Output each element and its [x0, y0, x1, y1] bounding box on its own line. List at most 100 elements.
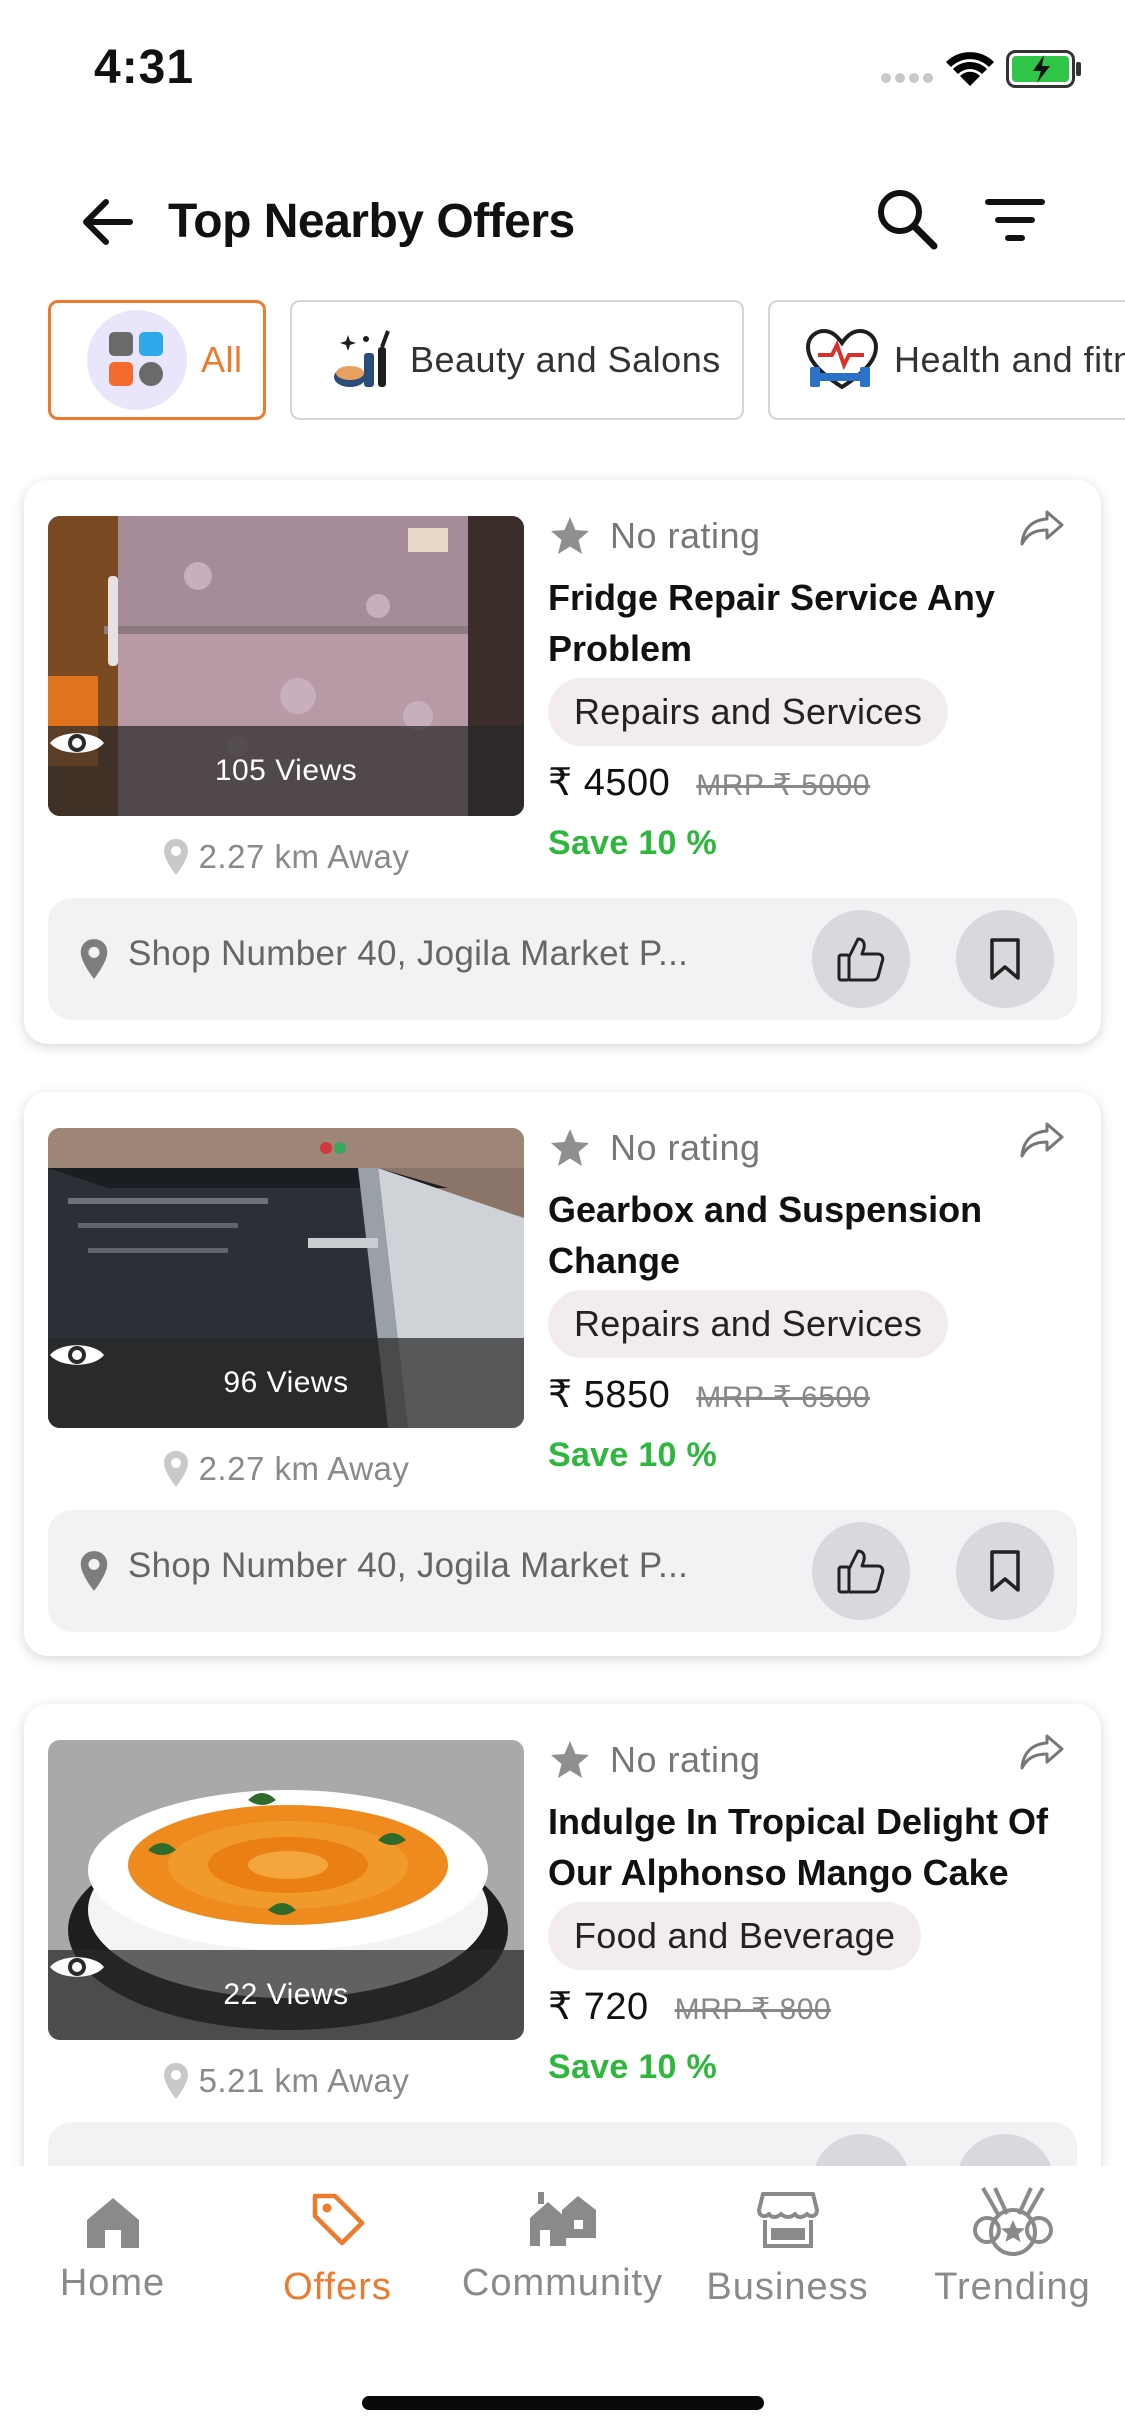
bookmark-icon: [990, 938, 1020, 980]
category-badge: Repairs and Services: [548, 1290, 949, 1358]
location-pin-icon: [80, 939, 108, 979]
like-button[interactable]: [812, 1522, 910, 1620]
distance-label: 5.21 km Away: [48, 2056, 524, 2106]
location-pin-icon: [80, 1551, 108, 1591]
status-bar: 4:31: [0, 0, 1125, 140]
offers-screen: 4:31 Top Nearby Offers All Beauty and Sa…: [0, 0, 1125, 2436]
save-percentage: Save 10 %: [548, 2048, 718, 2086]
chip-label: All: [201, 339, 243, 380]
rating-text: No rating: [610, 1739, 761, 1780]
offer-image[interactable]: 22 Views: [48, 1740, 524, 2040]
address-text: Shop Number 40, Jogila Market P...: [128, 934, 689, 973]
share-icon[interactable]: [1019, 1732, 1065, 1772]
category-badge: Food and Beverage: [548, 1902, 922, 1970]
share-icon[interactable]: [1019, 1120, 1065, 1160]
star-icon: [551, 1129, 589, 1166]
distance-label: 2.27 km Away: [48, 1444, 524, 1494]
star-icon: [551, 1741, 589, 1778]
address-bar[interactable]: Shop Number 40, Jogila Market P...: [48, 898, 1077, 1020]
category-badge: Repairs and Services: [548, 678, 949, 746]
price-row: ₹ 5850 MRP ₹ 6500: [548, 1372, 870, 1432]
address-bar[interactable]: Shop Number 40, Jogila Market P...: [48, 1510, 1077, 1632]
bookmark-button[interactable]: [956, 1522, 1054, 1620]
thumbs-up-icon: [837, 1549, 885, 1594]
filter-icon[interactable]: [984, 192, 1046, 248]
save-percentage: Save 10 %: [548, 824, 718, 862]
page-title: Top Nearby Offers: [168, 195, 575, 248]
rating-row: No rating: [548, 1120, 761, 1176]
location-pin-icon: [163, 839, 188, 875]
nav-label: Home: [59, 2262, 166, 2304]
store-icon: [756, 2192, 819, 2248]
offer-title[interactable]: Fridge Repair Service Any Problem: [548, 572, 1068, 674]
nav-community[interactable]: Community: [450, 2166, 675, 2316]
distance-text: 2.27 km Away: [198, 838, 410, 875]
rating-row: No rating: [548, 1732, 761, 1788]
nav-label: Community: [461, 2262, 664, 2304]
rating-text: No rating: [610, 1127, 761, 1168]
status-time: 4:31: [94, 41, 195, 94]
mrp-price: MRP ₹ 5000: [696, 769, 870, 802]
price-row: ₹ 720 MRP ₹ 800: [548, 1984, 831, 2044]
offer-card[interactable]: 105 Views 2.27 km Away No rating Fridge …: [24, 480, 1101, 1044]
views-count: 96 Views: [223, 1366, 349, 1399]
eye-icon: [50, 1345, 104, 1365]
chip-label: Beauty and Salons: [410, 339, 721, 380]
views-strip: 22 Views: [48, 1950, 524, 2040]
back-arrow-icon[interactable]: [76, 190, 140, 254]
offer-title[interactable]: Indulge In Tropical Delight Of Our Alpho…: [548, 1796, 1068, 1898]
chip-beauty-and-salons[interactable]: Beauty and Salons: [290, 300, 744, 420]
health-fitness-icon: [805, 328, 879, 390]
nav-home[interactable]: Home: [0, 2166, 225, 2316]
community-icon: [529, 2192, 596, 2246]
location-pin-icon: [163, 2063, 188, 2099]
star-icon: [551, 517, 589, 554]
nav-business[interactable]: Business: [675, 2166, 900, 2316]
offer-price: ₹ 720: [548, 1986, 649, 2028]
medal-icon: [972, 2187, 1053, 2256]
beauty-salon-icon: [334, 330, 390, 387]
home-icon: [86, 2198, 139, 2248]
price-row: ₹ 4500 MRP ₹ 5000: [548, 760, 870, 820]
nav-offers[interactable]: Offers: [225, 2166, 450, 2316]
bookmark-button[interactable]: [956, 910, 1054, 1008]
views-strip: 105 Views: [48, 726, 524, 816]
distance-text: 2.27 km Away: [198, 1450, 410, 1487]
rating-row: No rating: [548, 508, 761, 564]
offer-title[interactable]: Gearbox and Suspension Change: [548, 1184, 1068, 1286]
chip-all[interactable]: All: [48, 300, 266, 420]
offer-price: ₹ 4500: [548, 762, 671, 804]
search-icon[interactable]: [874, 186, 940, 252]
nav-label: Offers: [283, 2266, 392, 2308]
views-strip: 96 Views: [48, 1338, 524, 1428]
all-categories-icon: [87, 310, 187, 410]
distance-label: 2.27 km Away: [48, 832, 524, 882]
mrp-price: MRP ₹ 800: [674, 1993, 832, 2026]
distance-text: 5.21 km Away: [198, 2062, 410, 2099]
eye-icon: [50, 733, 104, 753]
chip-health-and-fitness[interactable]: Health and fitness: [768, 300, 1125, 420]
app-header: Top Nearby Offers: [0, 170, 1125, 270]
category-chips: All Beauty and Salons Health and fitn: [48, 300, 1125, 422]
nav-label: Business: [706, 2266, 869, 2308]
bookmark-icon: [990, 1550, 1020, 1592]
home-indicator[interactable]: [362, 2396, 764, 2410]
save-percentage: Save 10 %: [548, 1436, 718, 1474]
share-icon[interactable]: [1019, 508, 1065, 548]
views-count: 105 Views: [214, 754, 358, 787]
nav-trending[interactable]: Trending: [900, 2166, 1125, 2316]
address-text: Shop Number 40, Jogila Market P...: [128, 1546, 689, 1585]
tag-icon: [312, 2193, 364, 2246]
nav-label: Trending: [934, 2266, 1091, 2308]
mrp-price: MRP ₹ 6500: [696, 1381, 870, 1414]
rating-text: No rating: [610, 515, 761, 556]
offer-image[interactable]: 96 Views: [48, 1128, 524, 1428]
thumbs-up-icon: [837, 937, 885, 982]
like-button[interactable]: [812, 910, 910, 1008]
chip-label: Health and fitness: [894, 339, 1125, 380]
offer-card[interactable]: 96 Views 2.27 km Away No rating Gearbox …: [24, 1092, 1101, 1656]
eye-icon: [50, 1957, 104, 1977]
offer-image[interactable]: 105 Views: [48, 516, 524, 816]
battery-icon: [1006, 50, 1081, 88]
location-pin-icon: [163, 1451, 188, 1487]
